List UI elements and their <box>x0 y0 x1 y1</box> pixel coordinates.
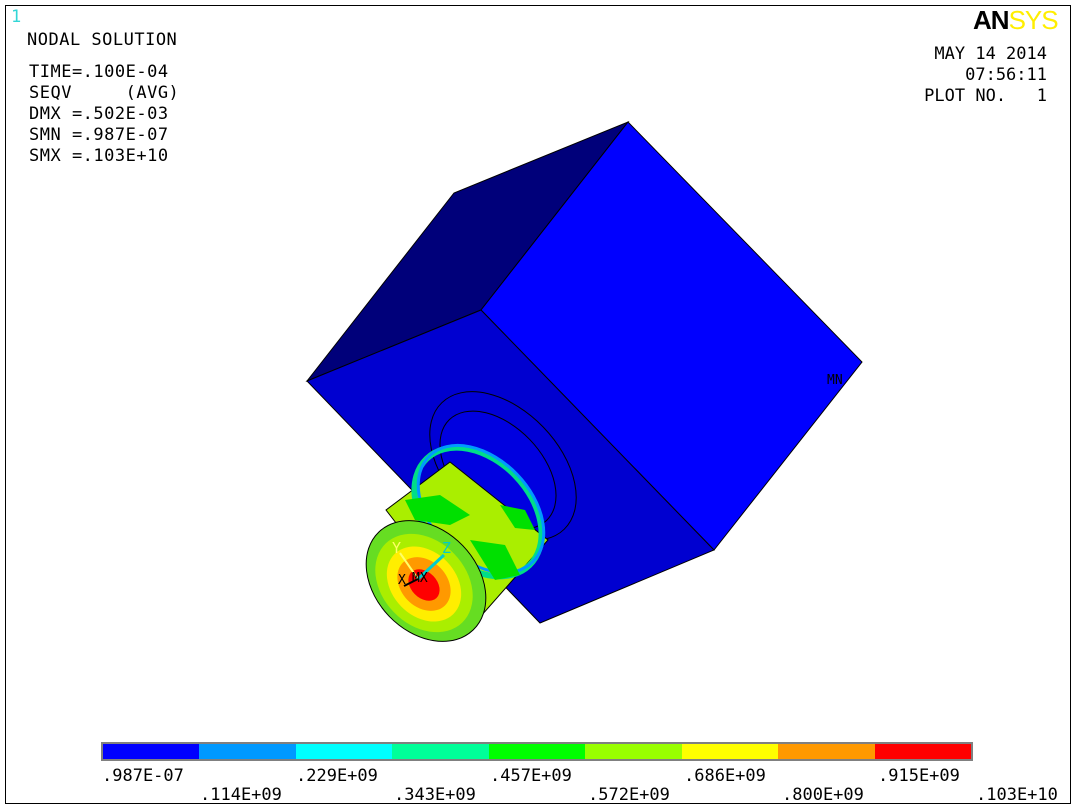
mn-marker: MN <box>827 373 843 388</box>
axis-z-label: Z <box>442 539 451 557</box>
legend-label-top: .987E-07 <box>102 766 184 786</box>
legend-band <box>585 744 682 759</box>
legend-label-top: .915E+09 <box>878 766 960 786</box>
legend-label-bottom: .800E+09 <box>782 785 864 805</box>
legend-label-bottom: .343E+09 <box>394 785 476 805</box>
legend-band <box>103 744 200 759</box>
legend-label-bottom: .103E+10 <box>976 785 1058 805</box>
legend-band <box>392 744 489 759</box>
legend-band <box>199 744 296 759</box>
contour-legend <box>101 742 973 761</box>
legend-band <box>488 744 586 759</box>
axis-y-label: Y <box>392 539 401 557</box>
legend-label-top: .229E+09 <box>296 766 378 786</box>
axis-x-label: X <box>398 573 406 588</box>
legend-label-top: .457E+09 <box>490 766 572 786</box>
mx-marker: MX <box>412 571 428 586</box>
legend-band <box>778 744 875 759</box>
legend-label-bottom: .572E+09 <box>588 785 670 805</box>
legend-band <box>681 744 779 759</box>
legend-band <box>874 744 971 759</box>
legend-label-top: .686E+09 <box>684 766 766 786</box>
fea-model-view[interactable]: Y Z X MX MN <box>0 0 1077 810</box>
legend-band <box>295 744 393 759</box>
legend-label-bottom: .114E+09 <box>200 785 282 805</box>
